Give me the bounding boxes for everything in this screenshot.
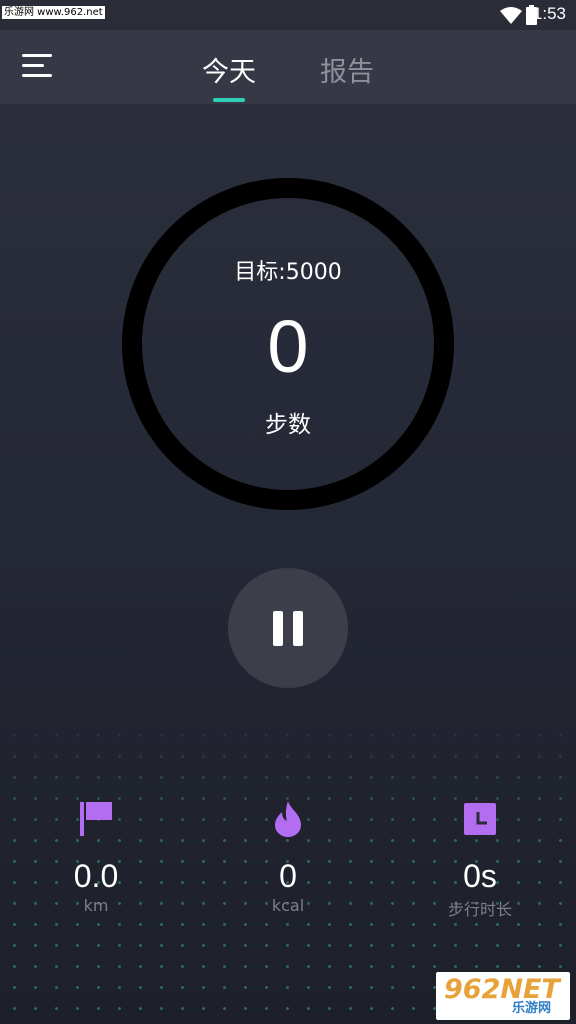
pause-button[interactable] [228,568,348,688]
stat-distance: 0.0 km [6,800,186,915]
menu-line [22,74,52,77]
calories-value: 0 [279,858,297,894]
clock-icon [464,803,496,835]
duration-value: 0s [463,858,497,894]
flame-icon [275,801,301,837]
watermark-site-name: 乐游网 [512,1001,552,1016]
app-header: 今天 报告 [0,30,576,104]
tab-report[interactable]: 报告 [320,50,374,89]
wifi-icon [500,7,522,24]
menu-button[interactable] [22,54,54,80]
watermark-bottom-right: 962NET 乐游网 [436,972,570,1020]
stat-duration: 0s 步行时长 [390,800,570,920]
flag-icon [80,802,112,836]
stat-calories: 0 kcal [198,800,378,915]
step-unit-label: 步数 [265,412,311,438]
distance-unit: km [83,896,109,915]
calories-unit: kcal [271,896,305,915]
pedometer-screen: 乐游网 www.962.net 1:53 今天 报告 目标:5000 0 步数 [0,0,576,1024]
step-goal: 目标:5000 [234,260,342,285]
menu-line [22,54,52,57]
step-count: 0 [267,305,309,388]
distance-value: 0.0 [73,858,119,894]
status-clock: 1:53 [532,4,566,23]
tab-today[interactable]: 今天 [202,50,256,89]
menu-line [22,64,44,67]
duration-label: 步行时长 [447,900,512,919]
watermark-top-left: 乐游网 www.962.net [2,6,105,19]
active-tab-indicator [213,98,245,102]
status-bar: 乐游网 www.962.net 1:53 [0,0,576,30]
